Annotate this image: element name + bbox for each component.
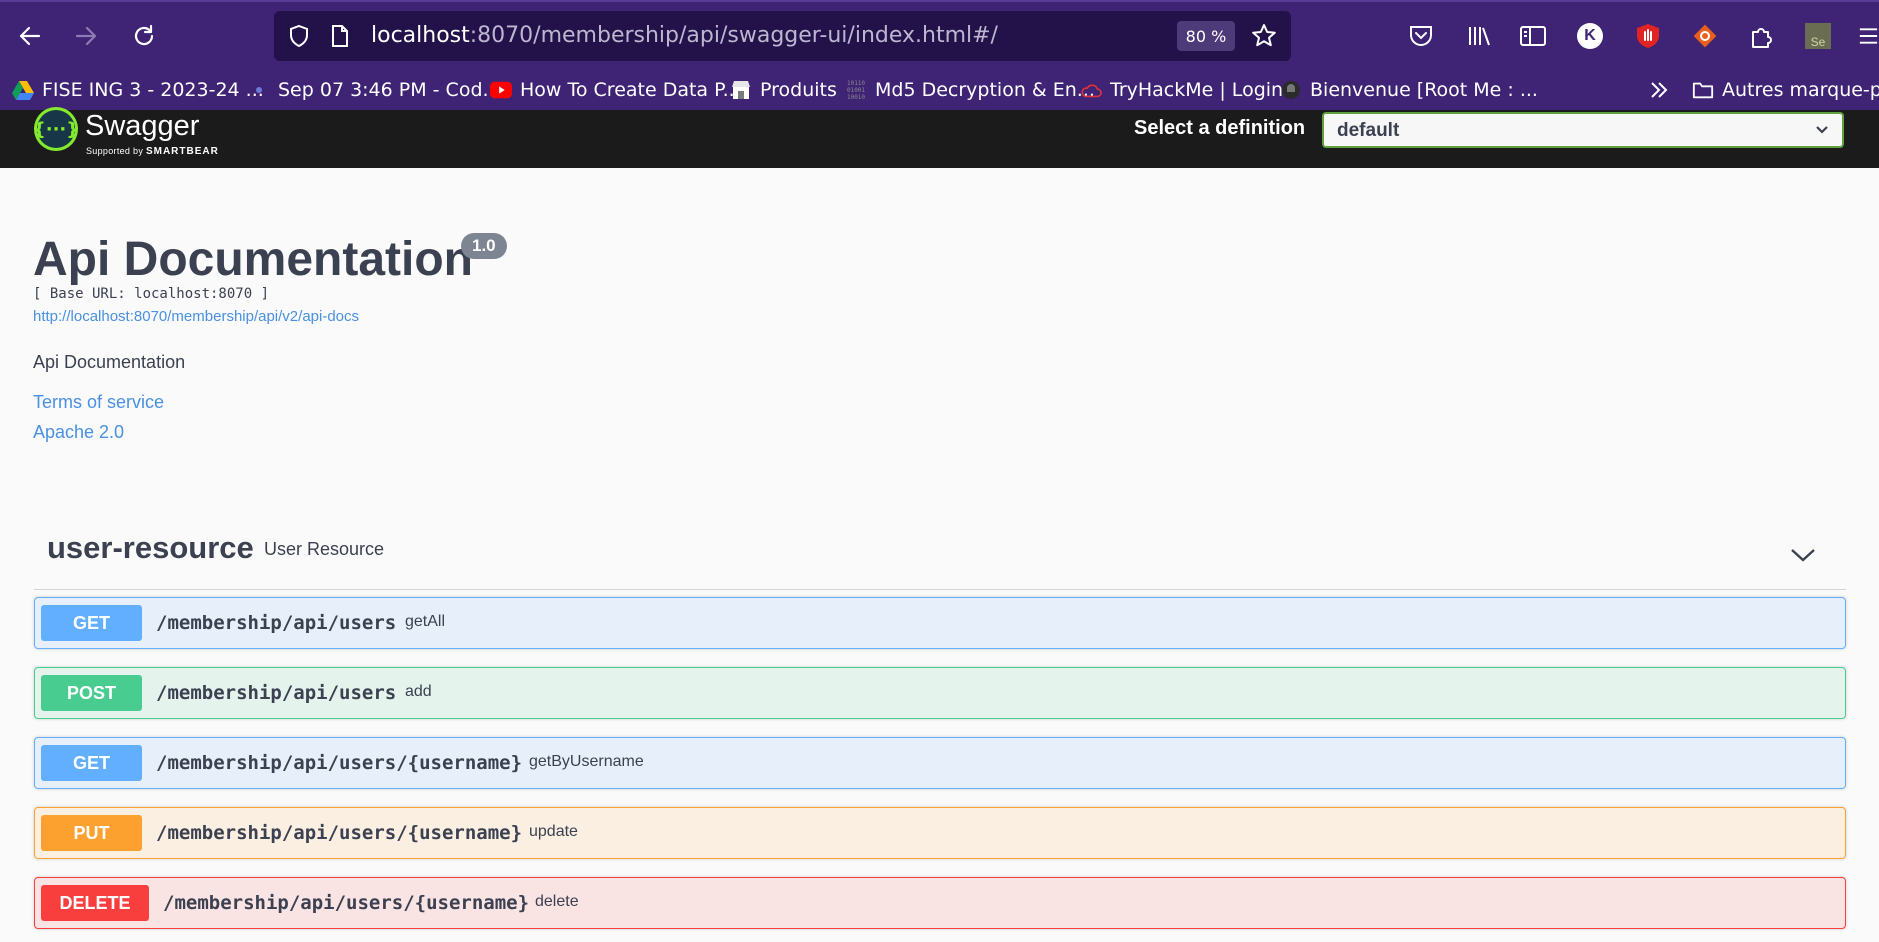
operation-post-users[interactable]: POST /membership/api/users add xyxy=(34,667,1846,719)
binary-icon: 10110 01001 10010 xyxy=(846,79,866,101)
bookmark-item[interactable]: Produits xyxy=(730,76,837,104)
folder-icon xyxy=(1692,79,1714,101)
operation-get-user-by-username[interactable]: GET /membership/api/users/{username} get… xyxy=(34,737,1846,789)
operation-summary: update xyxy=(529,823,578,840)
back-button[interactable] xyxy=(12,18,48,54)
definition-label: Select a definition xyxy=(1134,117,1306,139)
svg-text:{···}: {···} xyxy=(33,119,79,140)
extensions-icon[interactable] xyxy=(1744,19,1778,53)
cloud-icon xyxy=(1080,79,1102,101)
version-badge: 1.0 xyxy=(461,233,507,259)
terms-of-service-link[interactable]: Terms of service xyxy=(33,392,164,413)
rootme-icon xyxy=(1280,79,1302,101)
reload-icon xyxy=(134,24,154,46)
google-drive-icon xyxy=(12,79,34,101)
license-link[interactable]: Apache 2.0 xyxy=(33,422,124,443)
bookmark-item[interactable]: Sep 07 3:46 PM - Cod... xyxy=(248,76,501,104)
ublock-icon[interactable] xyxy=(1631,19,1665,53)
operation-path: /membership/api/users xyxy=(156,612,397,634)
bookmark-item[interactable]: TryHackMe | Login xyxy=(1080,76,1283,104)
chevrons-right-icon xyxy=(1651,82,1668,98)
method-badge: DELETE xyxy=(41,885,149,921)
tag-description: User Resource xyxy=(264,539,385,559)
operation-summary: getAll xyxy=(405,613,446,630)
operation-path: /membership/api/users xyxy=(156,682,397,704)
profile-k-icon[interactable]: K xyxy=(1573,19,1607,53)
url-text[interactable]: localhost:8070/membership/api/swagger-ui… xyxy=(371,23,998,48)
method-badge: PUT xyxy=(41,815,142,851)
api-description: Api Documentation xyxy=(33,352,186,372)
operation-delete-user[interactable]: DELETE /membership/api/users/{username} … xyxy=(34,877,1846,929)
url-bar[interactable]: localhost:8070/membership/api/swagger-ui… xyxy=(274,11,1291,61)
zoom-level[interactable]: 80 % xyxy=(1177,21,1235,51)
page-title: Api Documentation xyxy=(33,233,473,286)
chevron-down-icon xyxy=(1791,549,1815,562)
browser-toolbar: localhost:8070/membership/api/swagger-ui… xyxy=(0,0,1879,70)
method-badge: GET xyxy=(41,605,142,641)
bookmarks-bar: FISE ING 3 - 2023-24 ... Sep 07 3:46 PM … xyxy=(0,70,1879,110)
tag-header-user-resource[interactable]: user-resource User Resource xyxy=(34,520,1846,590)
base-url: [ Base URL: localhost:8070 ] xyxy=(33,286,270,302)
definition-select[interactable]: default xyxy=(1322,112,1844,148)
shield-icon[interactable] xyxy=(288,24,310,53)
operation-summary: delete xyxy=(535,893,579,910)
tag-name: user-resource xyxy=(47,530,254,565)
forward-icon xyxy=(75,26,97,46)
operation-summary: add xyxy=(405,683,432,700)
forward-button[interactable] xyxy=(68,18,104,54)
operation-put-user[interactable]: PUT /membership/api/users/{username} upd… xyxy=(34,807,1846,859)
more-bookmarks-button[interactable] xyxy=(1648,76,1670,104)
operation-path: /membership/api/users/{username} xyxy=(156,752,523,774)
other-bookmarks[interactable]: Autres marque-pages xyxy=(1692,76,1879,104)
bookmark-item[interactable]: How To Create Data P... xyxy=(490,76,741,104)
api-docs-link[interactable]: http://localhost:8070/membership/api/v2/… xyxy=(33,308,359,325)
collapse-toggle[interactable] xyxy=(1788,540,1818,570)
dot-icon xyxy=(248,79,270,101)
bookmark-star-icon[interactable] xyxy=(1251,23,1277,54)
operation-path: /membership/api/users/{username} xyxy=(163,892,530,914)
extension-orange-icon[interactable] xyxy=(1688,19,1722,53)
youtube-icon xyxy=(490,79,512,101)
reload-button[interactable] xyxy=(126,18,162,54)
method-badge: POST xyxy=(41,675,142,711)
swagger-logo-icon: {···} xyxy=(33,107,79,151)
page-icon[interactable] xyxy=(330,24,350,53)
back-icon xyxy=(19,26,41,46)
operation-summary: getByUsername xyxy=(529,753,644,770)
swagger-logo[interactable]: {···} Swagger Supported by SMARTBEAR xyxy=(33,107,218,160)
selenium-icon[interactable]: Se xyxy=(1801,19,1835,53)
bookmark-item[interactable]: FISE ING 3 - 2023-24 ... xyxy=(12,76,264,104)
store-icon xyxy=(730,79,752,101)
operation-path: /membership/api/users/{username} xyxy=(156,822,523,844)
chevron-down-icon xyxy=(1816,126,1828,134)
bookmark-item[interactable]: 10110 01001 10010 Md5 Decryption & En... xyxy=(845,76,1095,104)
sidebar-icon[interactable] xyxy=(1516,19,1550,53)
bookmark-item[interactable]: Bienvenue [Root Me : ... xyxy=(1280,76,1538,104)
operation-get-users[interactable]: GET /membership/api/users getAll xyxy=(34,597,1846,649)
library-icon[interactable] xyxy=(1462,19,1496,53)
menu-icon[interactable] xyxy=(1856,19,1879,53)
pocket-icon[interactable] xyxy=(1404,19,1438,53)
method-badge: GET xyxy=(41,745,142,781)
